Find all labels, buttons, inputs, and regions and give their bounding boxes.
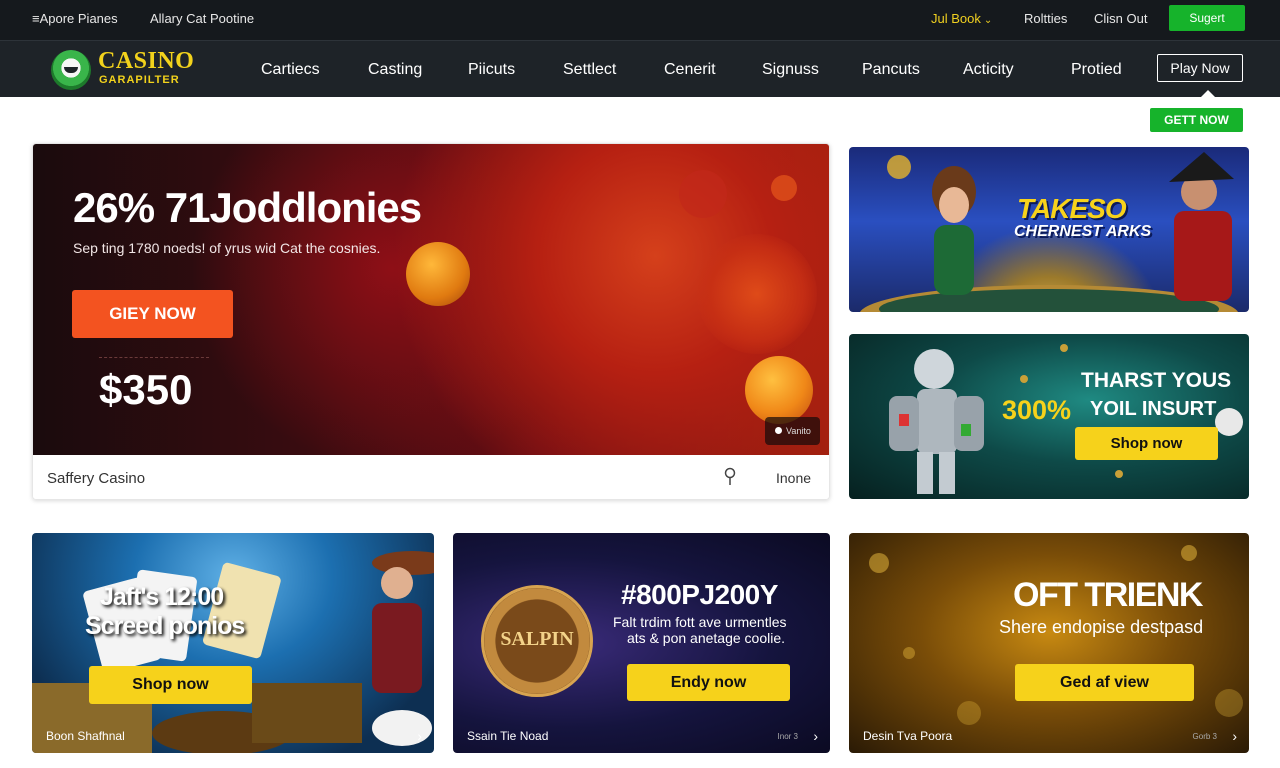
coin-text: SALPIN: [500, 628, 574, 650]
signup-button[interactable]: Sugert: [1169, 5, 1245, 31]
nav-item-3[interactable]: Piicuts: [468, 61, 515, 79]
nav-item-9[interactable]: Protied: [1071, 61, 1122, 79]
logo-chip-icon: [51, 50, 91, 90]
chevron-right-icon[interactable]: ›: [813, 728, 818, 744]
card-heading: Jaft's 12:00: [100, 583, 224, 611]
view-button[interactable]: Ged af view: [1015, 664, 1194, 701]
chevron-right-icon[interactable]: ›: [417, 728, 422, 744]
hero-banner[interactable]: 26% 71Joddlonies Sep ting 1780 noeds! of…: [32, 143, 830, 500]
bottom-card-3[interactable]: OFT TRIENK Shere endopise destpasd Ged a…: [849, 533, 1249, 753]
utility-link-1[interactable]: ≡Apore Pianes: [32, 11, 118, 26]
casino-name: Saffery Casino: [47, 470, 146, 487]
card-heading: OFT TRIENK: [1013, 576, 1203, 614]
card-caption: Ssain Tie Noad: [467, 729, 549, 743]
nav-item-8[interactable]: Acticity: [963, 61, 1014, 79]
nav-item-2[interactable]: Casting: [368, 61, 422, 79]
glow-orb: [679, 170, 727, 218]
hero-footer-link[interactable]: Inone: [776, 470, 811, 486]
bottom-card-2[interactable]: SALPIN #800PJ200Y Falt trdim fott ave ur…: [453, 533, 830, 753]
promo-subtitle: CHERNEST ARKS: [1014, 223, 1152, 240]
glow-orb: [745, 356, 813, 424]
card-subtext: Shere endopise destpasd: [999, 617, 1204, 637]
nav-item-5[interactable]: Cenerit: [664, 61, 716, 79]
promo-card-1[interactable]: TAKESO CHERNEST ARKS: [849, 147, 1249, 312]
card-illustration: [32, 551, 434, 753]
hero-badge: Vanito: [765, 417, 820, 445]
language-selector[interactable]: Jul Book ⌄: [931, 11, 992, 26]
nav-item-4[interactable]: Settlect: [563, 61, 616, 79]
card-heading-2: Screed ponios: [85, 612, 245, 640]
card-text-2: ats & pon anetage coolie.: [627, 630, 786, 646]
location-pin-icon[interactable]: [723, 467, 737, 487]
nav-item-1[interactable]: Cartiecs: [261, 61, 320, 79]
card-caption: Desin Tva Poora: [863, 729, 953, 743]
card-bokeh: [869, 545, 1243, 725]
promo-line-2: YOIL INSURT: [1090, 398, 1217, 420]
language-label: Jul Book: [931, 11, 981, 26]
chevron-right-icon[interactable]: ›: [1232, 728, 1237, 744]
hero-title: 26% 71Joddlonies: [73, 184, 422, 231]
shop-now-button[interactable]: Shop now: [1075, 427, 1218, 460]
hero-subtitle: Sep ting 1780 noeds! of yrus wid Cat the…: [73, 240, 381, 256]
bonus-amount: $350: [99, 366, 193, 413]
divider: [99, 357, 209, 358]
dropdown-caret-icon: [1201, 90, 1215, 97]
card-caption: Boon Shafhnal: [46, 729, 125, 743]
hero-cta-button[interactable]: GIEY NOW: [72, 290, 233, 338]
glow-orb: [697, 234, 817, 354]
glow-orb: [771, 175, 797, 201]
main-nav: CASINO GARAPILTER Cartiecs Casting Piicu…: [0, 40, 1280, 97]
endy-now-button[interactable]: Endy now: [627, 664, 790, 701]
coin-emblem: SALPIN: [481, 585, 593, 697]
get-now-button[interactable]: GETT NOW: [1150, 108, 1243, 132]
utility-link-2[interactable]: Allary Cat Pootine: [150, 11, 254, 26]
promo-card-2[interactable]: THARST YOUS 300% YOIL INSURT Shop now: [849, 334, 1249, 499]
shop-now-button[interactable]: Shop now: [89, 666, 252, 704]
utility-bar: ≡Apore Pianes Allary Cat Pootine Jul Boo…: [0, 0, 1280, 40]
badge-label: Vanito: [786, 426, 811, 436]
promo-line-1: THARST YOUS: [1081, 369, 1232, 392]
promo-title: TAKESO: [1017, 193, 1127, 224]
hero-background: 26% 71Joddlonies Sep ting 1780 noeds! of…: [33, 144, 829, 455]
bottom-card-1[interactable]: Jaft's 12:00 Screed ponios Shop now Boon…: [32, 533, 434, 753]
chevron-down-icon: ⌄: [983, 15, 993, 26]
dot-icon: [775, 427, 782, 434]
card-text-1: Falt trdim fott ave urmentles: [613, 614, 787, 630]
logo-text: CASINO: [98, 48, 195, 74]
logo-subtext: GARAPILTER: [99, 74, 180, 86]
promo-percent: 300%: [1002, 395, 1072, 425]
hero-footer: Saffery Casino Inone: [33, 455, 829, 499]
utility-link-3[interactable]: Roltties: [1024, 11, 1067, 26]
sign-out-link[interactable]: Clisn Out: [1094, 11, 1147, 26]
nav-item-7[interactable]: Pancuts: [862, 61, 920, 79]
card-mini-text: Gorb 3: [1192, 732, 1217, 741]
card-mini-text: Inor 3: [777, 732, 798, 741]
nav-item-6[interactable]: Signuss: [762, 61, 819, 79]
card-heading: #800PJ200Y: [621, 579, 778, 610]
play-now-button[interactable]: Play Now: [1157, 54, 1243, 82]
glow-orb: [406, 242, 470, 306]
